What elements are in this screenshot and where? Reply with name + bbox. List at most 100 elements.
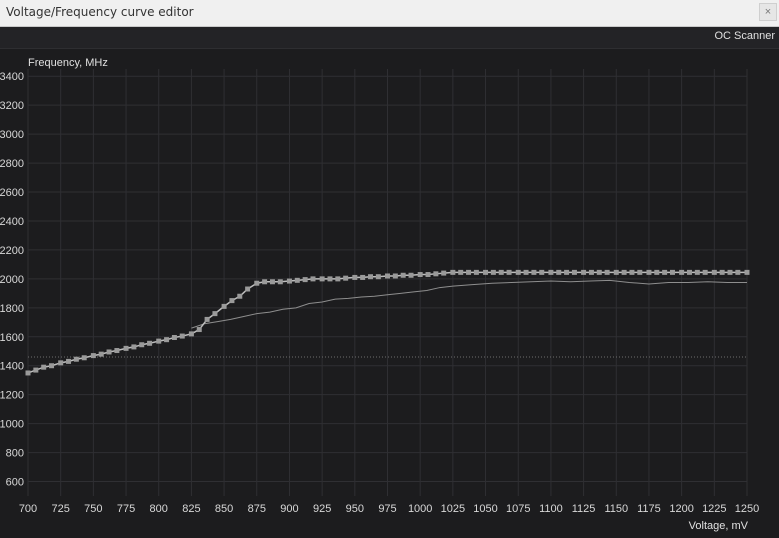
x-tick-label: 825 xyxy=(182,503,200,515)
curve-point[interactable] xyxy=(139,342,145,348)
curve-point[interactable] xyxy=(548,269,554,275)
curve-point[interactable] xyxy=(417,272,423,278)
curve-point[interactable] xyxy=(237,293,243,299)
curve-point[interactable] xyxy=(556,269,562,275)
curve-point[interactable] xyxy=(564,269,570,275)
curve-point[interactable] xyxy=(662,269,668,275)
curve-point[interactable] xyxy=(25,370,31,376)
curve-point[interactable] xyxy=(483,269,489,275)
curve-point[interactable] xyxy=(539,269,545,275)
curve-point[interactable] xyxy=(327,276,333,282)
curve-point[interactable] xyxy=(621,269,627,275)
curve-point[interactable] xyxy=(123,345,129,351)
curve-point[interactable] xyxy=(262,279,268,285)
curve-point[interactable] xyxy=(49,363,55,369)
curve-point[interactable] xyxy=(343,275,349,281)
curve-point[interactable] xyxy=(735,269,741,275)
curve-point[interactable] xyxy=(254,280,260,286)
curve-point[interactable] xyxy=(711,269,717,275)
curve-point[interactable] xyxy=(221,303,227,309)
curve-point[interactable] xyxy=(385,273,390,279)
curve-point[interactable] xyxy=(392,273,398,279)
curve-point[interactable] xyxy=(646,269,652,275)
curve-point[interactable] xyxy=(188,331,194,337)
curve-point[interactable] xyxy=(596,269,602,275)
curve-point[interactable] xyxy=(106,349,112,355)
curve-point[interactable] xyxy=(702,269,708,275)
curve-point[interactable] xyxy=(744,269,750,275)
curve-point[interactable] xyxy=(277,279,283,285)
curve-point[interactable] xyxy=(310,276,316,282)
x-tick-label: 1225 xyxy=(702,503,726,515)
curve-point[interactable] xyxy=(523,269,529,275)
curve-point[interactable] xyxy=(694,269,700,275)
close-button[interactable]: × xyxy=(759,3,777,21)
curve-point[interactable] xyxy=(179,333,185,339)
curve-point[interactable] xyxy=(73,356,79,362)
curve-point[interactable] xyxy=(581,269,587,275)
x-tick-label: 975 xyxy=(378,503,396,515)
x-tick-label: 925 xyxy=(313,503,331,515)
curve-point[interactable] xyxy=(408,272,414,278)
curve-point[interactable] xyxy=(629,269,635,275)
curve-point[interactable] xyxy=(33,367,39,373)
curve-point[interactable] xyxy=(156,338,162,344)
curve-point[interactable] xyxy=(360,274,366,280)
curve-point[interactable] xyxy=(727,269,733,275)
curve-point[interactable] xyxy=(171,335,177,341)
vf-curve-chart[interactable]: Frequency, MHz Voltage, mV 600 800 1000 120… xyxy=(0,49,779,538)
curve-point[interactable] xyxy=(466,269,472,275)
curve-point[interactable] xyxy=(114,348,120,354)
curve-point[interactable] xyxy=(719,269,725,275)
curve-point[interactable] xyxy=(66,358,72,364)
curve-point[interactable] xyxy=(368,274,374,280)
curve-point[interactable] xyxy=(196,327,202,333)
curve-point[interactable] xyxy=(450,269,456,275)
curve-point[interactable] xyxy=(294,277,300,283)
curve-point[interactable] xyxy=(147,340,153,346)
curve-point[interactable] xyxy=(212,311,218,317)
curve-point[interactable] xyxy=(686,269,692,275)
curve-point[interactable] xyxy=(654,269,660,275)
curve-point[interactable] xyxy=(269,279,275,285)
curve-point[interactable] xyxy=(400,272,406,278)
curve-point[interactable] xyxy=(81,355,87,361)
curve-point[interactable] xyxy=(302,277,308,283)
curve-point[interactable] xyxy=(637,269,643,275)
curve-point[interactable] xyxy=(490,269,496,275)
curve-point[interactable] xyxy=(604,269,610,275)
curve-point[interactable] xyxy=(131,344,137,350)
curve-point[interactable] xyxy=(319,276,325,282)
curve-point[interactable] xyxy=(473,269,479,275)
curve-point[interactable] xyxy=(433,271,439,277)
curve-point[interactable] xyxy=(245,286,251,292)
oc-scanner-button[interactable]: OC Scanner xyxy=(714,30,775,42)
curve-point[interactable] xyxy=(98,351,104,357)
curve-point[interactable] xyxy=(425,272,431,278)
curve-point[interactable] xyxy=(352,274,358,280)
curve-point[interactable] xyxy=(679,269,685,275)
curve-point[interactable] xyxy=(458,269,464,275)
x-tick-label: 750 xyxy=(84,503,102,515)
curve-point[interactable] xyxy=(164,337,170,343)
curve-point[interactable] xyxy=(498,269,504,275)
curve-point[interactable] xyxy=(515,269,521,275)
curve-point[interactable] xyxy=(204,316,210,322)
curve-point[interactable] xyxy=(335,276,341,282)
curve-point[interactable] xyxy=(506,269,512,275)
curve-point[interactable] xyxy=(441,270,447,276)
x-tick-label: 875 xyxy=(248,503,266,515)
curve-point[interactable] xyxy=(375,274,381,280)
curve-point[interactable] xyxy=(286,278,292,284)
curve-point[interactable] xyxy=(613,269,619,275)
curve-point[interactable] xyxy=(90,353,96,359)
chart-canvas[interactable]: 600 800 1000 1200 1400 1600 1800 2000 2200 2400 26… xyxy=(0,49,779,538)
curve-point[interactable] xyxy=(669,269,675,275)
y-tick-label: 2400 xyxy=(0,216,24,228)
curve-point[interactable] xyxy=(229,298,235,304)
curve-point[interactable] xyxy=(58,360,64,366)
curve-point[interactable] xyxy=(588,269,594,275)
curve-point[interactable] xyxy=(571,269,577,275)
curve-point[interactable] xyxy=(531,269,537,275)
curve-point[interactable] xyxy=(41,364,47,370)
